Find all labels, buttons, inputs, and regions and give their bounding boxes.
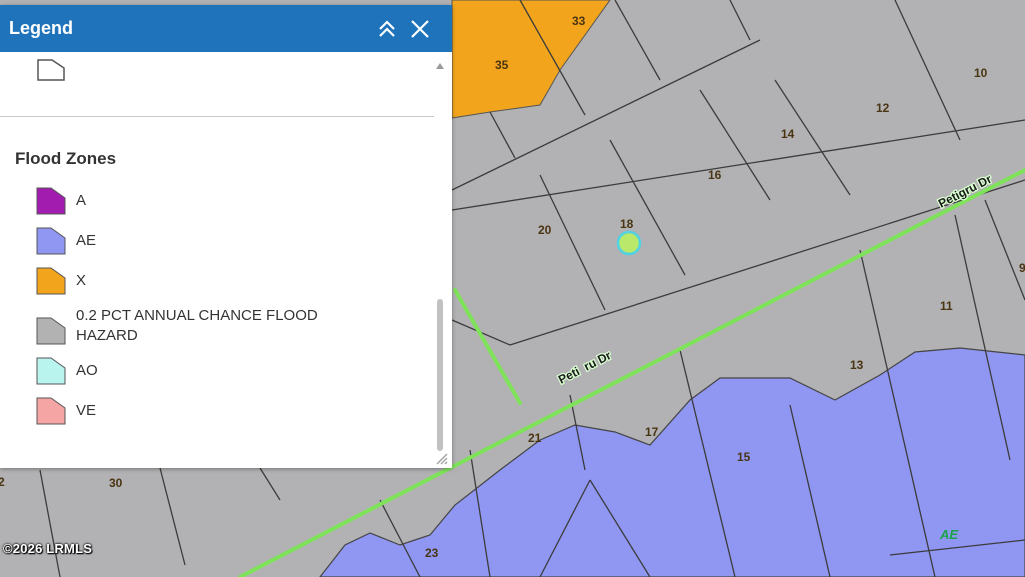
section-title: Flood Zones: [15, 149, 117, 168]
lot-label: 20: [538, 223, 552, 237]
legend-item-label: 0.2 PCT ANNUAL CHANCE FLOOD HAZARD: [76, 307, 318, 344]
legend-item-label: A: [76, 192, 87, 209]
flood-zone-a-swatch-icon: [36, 187, 66, 215]
location-marker[interactable]: [616, 230, 642, 256]
polygon-swatch-icon: [37, 59, 65, 81]
lot-label: 12: [876, 101, 890, 115]
lot-label: 2: [0, 475, 5, 489]
lot-label: 9: [1019, 261, 1025, 275]
lot-label: 11: [940, 299, 953, 313]
lot-label: 13: [850, 358, 864, 372]
legend-body[interactable]: Flood Zones A AE X 0.2 PCT ANNUAL CHANCE…: [0, 52, 452, 468]
lot-label: 33: [572, 14, 586, 28]
double-chevron-up-icon[interactable]: [375, 17, 399, 41]
flood-zone-ae-swatch-icon: [36, 227, 66, 255]
lot-label: 10: [974, 66, 988, 80]
lot-label: 14: [781, 127, 795, 141]
flood-zone-x-swatch-icon: [36, 267, 66, 295]
legend-header: Legend: [0, 5, 452, 52]
lot-label: 21: [528, 431, 542, 445]
lot-label: 35: [495, 58, 509, 72]
flood-zone-0-2-pct-swatch-icon: [36, 317, 66, 345]
legend-item-label: X: [76, 272, 87, 289]
lot-label: 15: [737, 450, 751, 464]
lot-label: 17: [645, 425, 659, 439]
lot-label: 18: [620, 217, 634, 231]
lot-label: 16: [708, 168, 722, 182]
zone-label-ae: AE: [939, 527, 958, 542]
legend-item-label: AO: [76, 362, 98, 379]
legend-panel: Legend Flood Zones A AE X 0.2 PCT ANNUAL…: [0, 5, 452, 468]
flood-zone-ao-swatch-icon: [36, 357, 66, 385]
flood-zone-ve-swatch-icon: [36, 397, 66, 425]
legend-title: Legend: [9, 18, 74, 38]
legend-item-label: AE: [76, 232, 97, 249]
lot-label: 30: [109, 476, 123, 490]
resize-handle-icon[interactable]: [434, 451, 448, 465]
scrollbar-thumb[interactable]: [437, 299, 443, 451]
close-icon[interactable]: [408, 17, 432, 41]
copyright-text: ©2026 LRMLS: [3, 541, 93, 556]
lot-label: 23: [425, 546, 439, 560]
divider: [0, 116, 434, 117]
legend-item-label: VE: [76, 402, 97, 419]
scroll-up-arrow-icon[interactable]: [434, 60, 446, 72]
